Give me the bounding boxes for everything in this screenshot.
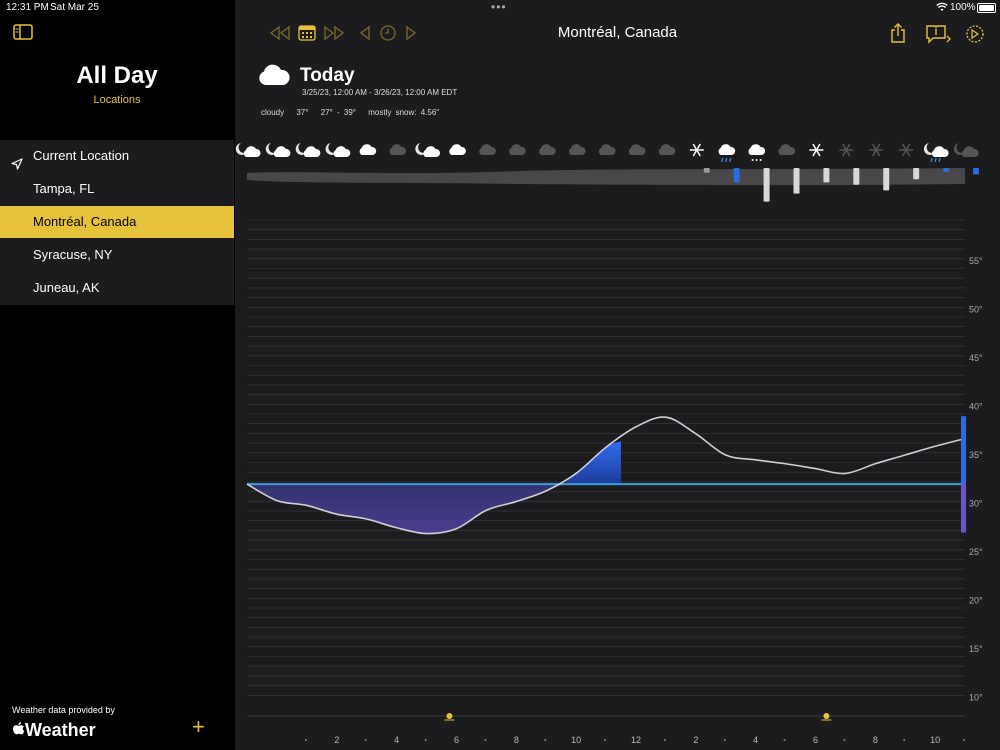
below-freezing-fill xyxy=(247,484,565,534)
precip-bar xyxy=(943,168,950,172)
snow-cloud-icon xyxy=(748,144,766,161)
status-bar: 12:31 PM Sat Mar 25 ••• 100% xyxy=(0,0,1000,16)
cloud-dim-icon xyxy=(509,144,526,155)
cloud-icon xyxy=(359,144,377,155)
x-tick-label: 8 xyxy=(514,735,519,745)
hour-dot xyxy=(903,739,906,741)
moon-cloud-dim-icon xyxy=(953,143,979,157)
x-tick-label: 6 xyxy=(454,735,459,745)
cloud-dim-icon xyxy=(539,144,556,155)
x-tick-label: 2 xyxy=(334,735,339,745)
snowflake-icon xyxy=(689,143,704,157)
x-tick-label: 8 xyxy=(873,735,878,745)
precip-bar xyxy=(973,168,979,175)
x-tick-label: 4 xyxy=(394,735,399,745)
hour-dot xyxy=(663,739,666,741)
battery-icon xyxy=(977,3,996,13)
hour-dot xyxy=(604,739,607,741)
y-tick-label: 40° xyxy=(969,402,983,412)
hour-dot xyxy=(364,739,367,741)
snowflake-icon xyxy=(809,143,824,157)
y-tick-label: 35° xyxy=(969,450,983,460)
y-tick-label: 20° xyxy=(969,596,983,606)
hour-dot xyxy=(424,739,427,741)
moon-cloud-icon xyxy=(325,143,351,157)
hourly-temperature-chart[interactable]: 55° 50° 45° 40° 35° 30° 25° 20° 15° 10° 2 4 6 8 10 12 2 4… xyxy=(0,0,1000,750)
y-tick-label: 10° xyxy=(969,693,983,703)
cloud-dim-icon xyxy=(628,144,646,155)
cloud-dim-icon xyxy=(598,144,616,155)
x-tick-label: 12 xyxy=(631,735,641,745)
temp-range-bar-cold xyxy=(961,484,966,533)
status-date: Sat Mar 25 xyxy=(50,2,99,13)
moon-rain-icon xyxy=(923,143,949,163)
wifi-icon xyxy=(936,2,948,15)
moon-cloud-icon xyxy=(235,143,261,157)
snowflake-dim-icon xyxy=(899,143,914,157)
moon-cloud-icon xyxy=(415,143,441,157)
precip-bar xyxy=(733,168,740,183)
precip-bar xyxy=(853,168,860,185)
y-tick-label: 15° xyxy=(969,644,983,654)
hour-dot xyxy=(304,739,307,741)
hour-dot xyxy=(843,739,846,741)
precip-bar xyxy=(823,168,830,183)
hour-dot xyxy=(783,739,786,741)
moon-cloud-icon xyxy=(295,143,321,157)
precip-bar xyxy=(763,168,770,202)
snowflake-dim-icon xyxy=(869,143,884,157)
status-time: 12:31 PM xyxy=(6,2,49,13)
cloud-icon xyxy=(449,144,466,155)
x-tick-label: 10 xyxy=(930,735,940,745)
moon-cloud-icon xyxy=(265,143,291,157)
cloud-dim-icon xyxy=(389,144,407,155)
y-tick-label: 30° xyxy=(969,499,983,509)
y-tick-label: 25° xyxy=(969,547,983,557)
multitasking-dots-icon[interactable]: ••• xyxy=(491,0,507,14)
battery-percent: 100% xyxy=(950,2,976,13)
precip-bar xyxy=(703,168,710,173)
hour-dot xyxy=(723,739,726,741)
temp-range-bar-warm xyxy=(961,416,966,485)
x-tick-label: 10 xyxy=(571,735,581,745)
y-tick-label: 50° xyxy=(969,305,983,315)
precip-bar xyxy=(793,168,800,194)
precip-bar xyxy=(913,168,920,180)
snowflake-dim-icon xyxy=(839,143,854,157)
hour-dot xyxy=(963,739,966,741)
cloud-dim-icon xyxy=(658,144,676,155)
x-tick-label: 6 xyxy=(813,735,818,745)
rain-cloud-icon xyxy=(718,144,736,163)
cloud-dim-icon xyxy=(778,144,796,155)
hour-dot xyxy=(544,739,547,741)
hour-dot xyxy=(484,739,487,741)
precip-bar xyxy=(883,168,890,191)
cloud-dim-icon xyxy=(569,144,586,155)
y-tick-label: 55° xyxy=(969,256,983,266)
cloud-dim-icon xyxy=(479,144,496,155)
x-tick-label: 4 xyxy=(753,735,758,745)
y-tick-label: 45° xyxy=(969,353,983,363)
x-tick-label: 2 xyxy=(693,735,698,745)
